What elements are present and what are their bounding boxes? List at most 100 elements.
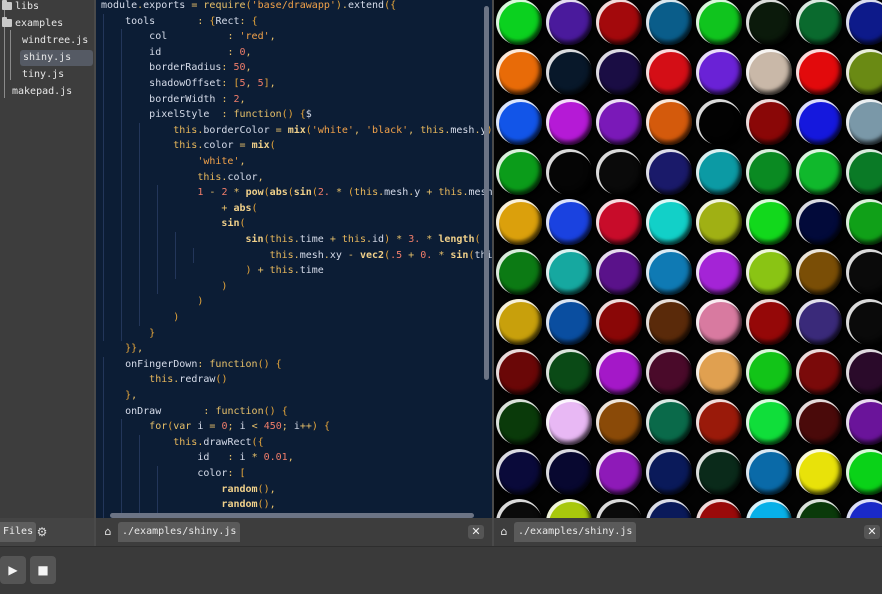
shiny-sphere (696, 299, 742, 345)
shiny-sphere (496, 399, 542, 445)
shiny-sphere (596, 49, 642, 95)
tree-folder-libs[interactable]: libs (2, 0, 39, 15)
home-icon[interactable]: ⌂ (498, 526, 510, 538)
code-line: module.exports = require('base/drawapp')… (101, 0, 397, 11)
code-line: col : 'red', (149, 31, 276, 43)
tree-file-makepad[interactable]: makepad.js (12, 84, 72, 100)
shiny-sphere (696, 0, 742, 45)
shiny-sphere (546, 199, 592, 245)
code-line: this.color = mix( (173, 140, 276, 152)
home-icon[interactable]: ⌂ (102, 526, 114, 538)
code-editor[interactable]: module.exports = require('base/drawapp')… (96, 0, 492, 518)
shiny-sphere (696, 349, 742, 395)
shiny-sphere (796, 499, 842, 518)
close-icon[interactable]: ✕ (468, 525, 484, 539)
code-line: ) + this.time (245, 265, 324, 277)
shiny-sphere (546, 49, 592, 95)
shiny-sphere (646, 0, 692, 45)
shiny-sphere (646, 349, 692, 395)
indent-guide (175, 232, 177, 279)
gear-icon[interactable]: ⚙ (34, 524, 50, 540)
shiny-sphere (496, 99, 542, 145)
tree-item-label: libs (15, 1, 40, 12)
shiny-sphere (746, 399, 792, 445)
code-line: tools : {Rect: { (125, 15, 258, 27)
stop-button[interactable]: ■ (30, 556, 56, 584)
tree-folder-examples[interactable]: examples (2, 16, 63, 32)
vertical-scrollbar[interactable] (484, 6, 489, 380)
shiny-sphere (596, 349, 642, 395)
indent-guide (103, 356, 104, 518)
tree-guide (10, 30, 11, 80)
code-line: } (149, 327, 156, 339)
stop-icon: ■ (37, 563, 49, 577)
tree-item-label: shiny.js (23, 52, 72, 63)
shiny-sphere (746, 449, 792, 495)
shiny-sphere (546, 0, 592, 45)
shiny-sphere (646, 249, 692, 295)
shiny-sphere (746, 349, 792, 395)
close-icon[interactable]: ✕ (864, 525, 880, 539)
shiny-sphere (846, 449, 882, 495)
shiny-sphere (596, 249, 642, 295)
indent-guide (103, 13, 104, 342)
tree-item-label: tiny.js (22, 69, 65, 80)
code-line: this.mesh.xy - vec2(.5 + 0. * sin(thi (269, 249, 492, 261)
shiny-sphere (646, 149, 692, 195)
indent-guide (157, 185, 159, 295)
shiny-sphere (496, 0, 542, 45)
shiny-sphere (596, 499, 642, 518)
shiny-sphere (846, 149, 882, 195)
play-button[interactable]: ▶ (0, 556, 26, 584)
shiny-sphere (646, 99, 692, 145)
editor-tab-bar: ⌂ ./examples/shiny.js ✕ (96, 518, 492, 546)
code-line: borderRadius: 50, (149, 62, 252, 74)
shiny-sphere (846, 399, 882, 445)
indent-guide (157, 466, 159, 518)
shiny-sphere (496, 49, 542, 95)
tree-item-label: windtree.js (22, 35, 89, 46)
shiny-sphere (746, 0, 792, 45)
editor-tab[interactable]: ./examples/shiny.js (118, 522, 241, 542)
code-line: ) (173, 312, 180, 323)
files-bar: Files ⚙ (0, 518, 94, 546)
shiny-sphere (746, 499, 792, 518)
canvas-tab-bar: ⌂ ./examples/shiny.js ✕ (494, 518, 882, 546)
shiny-sphere (596, 449, 642, 495)
shiny-sphere (746, 99, 792, 145)
shiny-sphere (796, 149, 842, 195)
shiny-sphere (596, 149, 642, 195)
tree-file-windtree[interactable]: windtree.js (22, 33, 88, 49)
shiny-sphere (846, 49, 882, 95)
code-line: ) (221, 280, 228, 292)
render-canvas[interactable] (494, 0, 882, 518)
shiny-sphere (696, 99, 742, 145)
code-line: pixelStyle : function() {$ (149, 109, 312, 121)
shiny-sphere (746, 49, 792, 95)
code-line: for(var i = 0; i < 450; i++) { (149, 421, 331, 433)
shiny-sphere (846, 349, 882, 395)
code-line: this.borderColor = mix('white', 'black',… (173, 124, 492, 136)
code-line: }}, (125, 343, 144, 355)
tree-item-label: makepad.js (12, 86, 73, 97)
code-line: id : 0, (149, 46, 252, 58)
code-line: this.redraw() (149, 374, 228, 386)
shiny-sphere (796, 399, 842, 445)
tree-file-tiny[interactable]: tiny.js (22, 67, 64, 83)
shiny-sphere (796, 49, 842, 95)
code-line: shadowOffset: [5, 5], (149, 78, 276, 89)
shiny-sphere (596, 99, 642, 145)
shiny-sphere (496, 299, 542, 345)
canvas-tab[interactable]: ./examples/shiny.js (514, 522, 637, 542)
shiny-sphere (846, 199, 882, 245)
shiny-sphere (546, 249, 592, 295)
code-line: + abs( (221, 202, 258, 214)
shiny-sphere (646, 449, 692, 495)
shiny-sphere (496, 149, 542, 195)
code-line: id : i * 0.01, (197, 452, 294, 464)
code-line: 'white', (197, 156, 246, 167)
shiny-sphere (546, 499, 592, 518)
tree-file-shiny[interactable]: shiny.js (20, 50, 93, 66)
files-tab[interactable]: Files (0, 522, 37, 542)
indent-guide (139, 434, 141, 518)
